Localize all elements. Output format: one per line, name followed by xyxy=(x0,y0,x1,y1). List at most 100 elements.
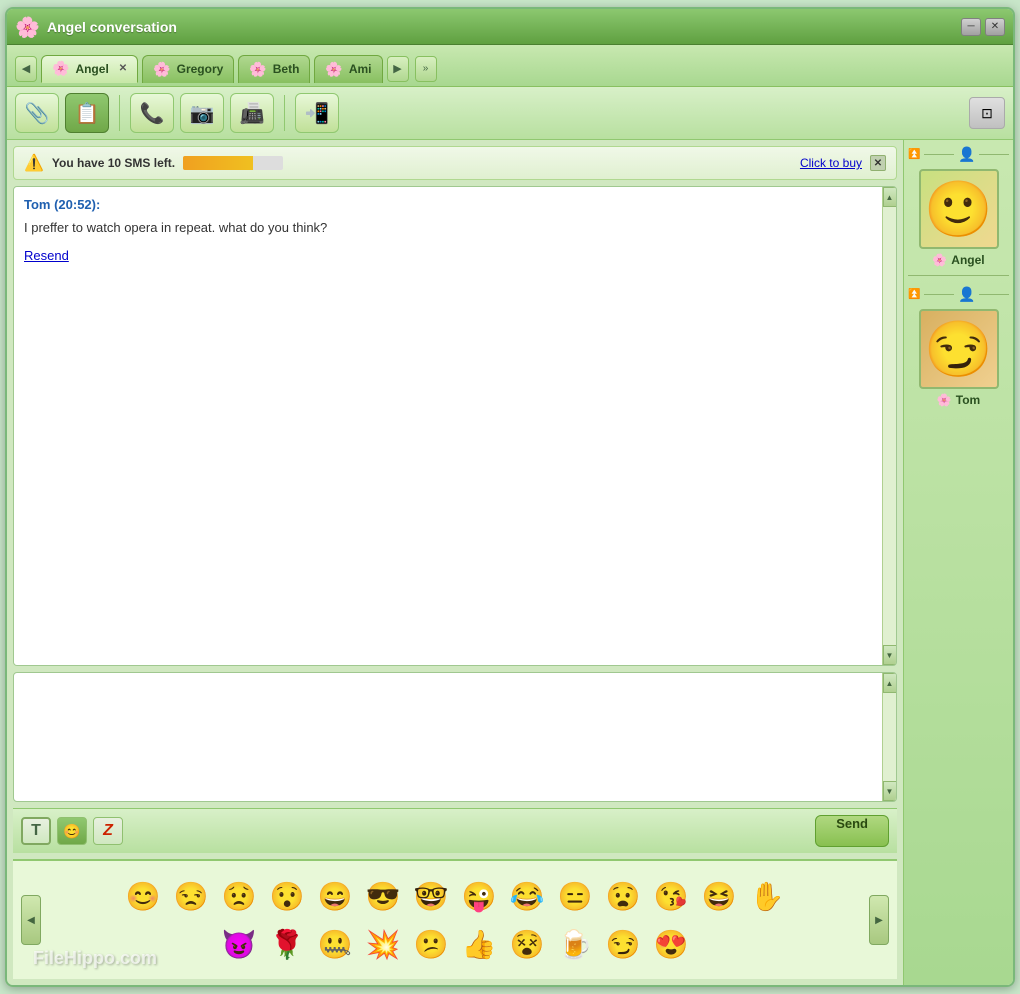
emoji-22[interactable]: 🍺 xyxy=(553,922,597,966)
emoji-4[interactable]: 😯 xyxy=(265,874,309,918)
sidebar-contact-angel: ⏫ 👤 🙂 🌸 Angel xyxy=(908,144,1009,267)
tab-gregory[interactable]: 🌸 Gregory xyxy=(142,55,234,83)
emoji-10[interactable]: 😑 xyxy=(553,874,597,918)
emoji-grid: 😊 😒 😟 😯 😄 😎 🤓 😜 😂 😑 😧 😘 😆 ✋ xyxy=(41,874,869,966)
emoji-21[interactable]: 😵 xyxy=(505,922,549,966)
sms-close-button[interactable]: ✕ xyxy=(870,155,886,171)
emoji-next-button[interactable]: ▶ xyxy=(869,895,889,945)
emoji-23[interactable]: 😏 xyxy=(601,922,645,966)
tab-beth-label: Beth xyxy=(273,62,300,76)
titlebar: 🌸 Angel conversation ─ ✕ xyxy=(7,9,1013,45)
tab-ami[interactable]: 🌸 Ami xyxy=(314,55,382,83)
emoji-11[interactable]: 😧 xyxy=(601,874,645,918)
collapse-icon-2[interactable]: ⏫ xyxy=(908,289,920,300)
emoji-6[interactable]: 😎 xyxy=(361,874,405,918)
warning-icon: ⚠️ xyxy=(24,153,44,173)
input-area: ▲ ▼ xyxy=(13,672,897,802)
scroll-up-button[interactable]: ▲ xyxy=(883,187,897,207)
tom-avatar: 😏 xyxy=(919,309,999,389)
sms-progress-bar xyxy=(183,156,283,170)
sidebar-line-4 xyxy=(979,294,1009,295)
minimize-button[interactable]: ─ xyxy=(961,18,981,36)
emoji-18[interactable]: 💥 xyxy=(361,922,405,966)
mobile-button[interactable]: 📲 xyxy=(295,93,339,133)
main-area: ⚠️ You have 10 SMS left. Click to buy ✕ … xyxy=(7,140,1013,985)
window-title: Angel conversation xyxy=(47,19,961,35)
collapse-icon-1[interactable]: ⏫ xyxy=(908,149,920,160)
sidebar-header-1: ⏫ 👤 xyxy=(908,144,1009,165)
input-scrollbar: ▲ ▼ xyxy=(882,673,896,801)
sms-text: You have 10 SMS left. xyxy=(52,156,175,170)
tabs-bar: ◀ 🌸 Angel ✕ 🌸 Gregory 🌸 Beth 🌸 Ami ▶ » xyxy=(7,45,1013,87)
sidebar-line-3 xyxy=(924,294,954,295)
emoji-20[interactable]: 👍 xyxy=(457,922,501,966)
emoji-1[interactable]: 😊 xyxy=(121,874,165,918)
emoji-2[interactable]: 😒 xyxy=(169,874,213,918)
angel-name: 🌸 Angel xyxy=(932,253,984,267)
tom-name: 🌸 Tom xyxy=(937,393,980,407)
input-scroll-up[interactable]: ▲ xyxy=(883,673,897,693)
message-display: Tom (20:52): I preffer to watch opera in… xyxy=(13,186,897,666)
emoji-8[interactable]: 😜 xyxy=(457,874,501,918)
tom-name-label: Tom xyxy=(956,393,980,407)
angel-flower-icon: 🌸 xyxy=(932,253,947,267)
emoji-3[interactable]: 😟 xyxy=(217,874,261,918)
send-button[interactable]: Send xyxy=(815,815,889,847)
input-scroll-down[interactable]: ▼ xyxy=(883,781,897,801)
emoji-row-1: 😊 😒 😟 😯 😄 😎 🤓 😜 😂 😑 😧 😘 😆 ✋ xyxy=(49,874,861,918)
toolbar-separator-2 xyxy=(284,95,285,131)
emoji-17[interactable]: 🤐 xyxy=(313,922,357,966)
tab-angel-icon: 🌸 xyxy=(52,60,69,77)
app-logo: 🌸 xyxy=(15,15,39,39)
emoji-panel: ◀ 😊 😒 😟 😯 😄 😎 🤓 😜 😂 😑 😧 � xyxy=(13,859,897,979)
person-icon-2: 👤 xyxy=(958,286,975,303)
tab-ami-icon: 🌸 xyxy=(325,61,342,78)
angel-avatar: 🙂 xyxy=(919,169,999,249)
sidebar-line-1 xyxy=(924,154,954,155)
toolbar-separator-1 xyxy=(119,95,120,131)
voice-call-button[interactable]: 📞 xyxy=(130,93,174,133)
text-format-button[interactable]: T xyxy=(21,817,51,845)
angel-name-label: Angel xyxy=(951,253,984,267)
tab-angel[interactable]: 🌸 Angel ✕ xyxy=(41,55,138,83)
emoji-9[interactable]: 😂 xyxy=(505,874,549,918)
expand-button[interactable]: ⊡ xyxy=(969,97,1005,129)
emoji-16[interactable]: 🌹 xyxy=(265,922,309,966)
message-input[interactable] xyxy=(14,673,896,801)
toolbar: 📎 📋 📞 📷 📠 📲 ⊡ xyxy=(7,87,1013,140)
tab-beth-icon: 🌸 xyxy=(249,61,266,78)
emoji-12[interactable]: 😘 xyxy=(649,874,693,918)
emoji-row-2: 😈 🌹 🤐 💥 😕 👍 😵 🍺 😏 😍 xyxy=(49,922,861,966)
input-controls: T 😊 Z Send xyxy=(13,808,897,853)
tab-more-button[interactable]: » xyxy=(415,56,437,82)
video-call-button[interactable]: 📷 xyxy=(180,93,224,133)
edit-button[interactable]: 📋 xyxy=(65,93,109,133)
emoji-prev-button[interactable]: ◀ xyxy=(21,895,41,945)
person-icon-1: 👤 xyxy=(958,146,975,163)
emoji-15[interactable]: 😈 xyxy=(217,922,261,966)
emoji-14[interactable]: ✋ xyxy=(745,874,789,918)
message-scrollbar: ▲ ▼ xyxy=(882,187,896,665)
tab-angel-label: Angel xyxy=(75,62,108,76)
tab-beth[interactable]: 🌸 Beth xyxy=(238,55,310,83)
emoji-13[interactable]: 😆 xyxy=(697,874,741,918)
emoji-19[interactable]: 😕 xyxy=(409,922,453,966)
close-button[interactable]: ✕ xyxy=(985,18,1005,36)
sms-buy-link[interactable]: Click to buy xyxy=(800,156,862,170)
fax-button[interactable]: 📠 xyxy=(230,93,274,133)
sidebar-contact-tom: ⏫ 👤 😏 🌸 Tom xyxy=(908,284,1009,407)
emoji-24[interactable]: 😍 xyxy=(649,922,693,966)
emoji-5[interactable]: 😄 xyxy=(313,874,357,918)
emoji-button[interactable]: 😊 xyxy=(57,817,87,845)
emoji-7[interactable]: 🤓 xyxy=(409,874,453,918)
attach-button[interactable]: 📎 xyxy=(15,93,59,133)
sidebar: ⏫ 👤 🙂 🌸 Angel ⏫ 👤 xyxy=(903,140,1013,985)
z-button[interactable]: Z xyxy=(93,817,123,845)
tab-prev-button[interactable]: ◀ xyxy=(15,56,37,82)
tab-angel-close[interactable]: ✕ xyxy=(119,63,127,74)
tab-next-button[interactable]: ▶ xyxy=(387,56,409,82)
scroll-down-button[interactable]: ▼ xyxy=(883,645,897,665)
sms-bar-fill xyxy=(183,156,253,170)
resend-link[interactable]: Resend xyxy=(24,248,69,263)
main-window: 🌸 Angel conversation ─ ✕ ◀ 🌸 Angel ✕ 🌸 G… xyxy=(5,7,1015,987)
